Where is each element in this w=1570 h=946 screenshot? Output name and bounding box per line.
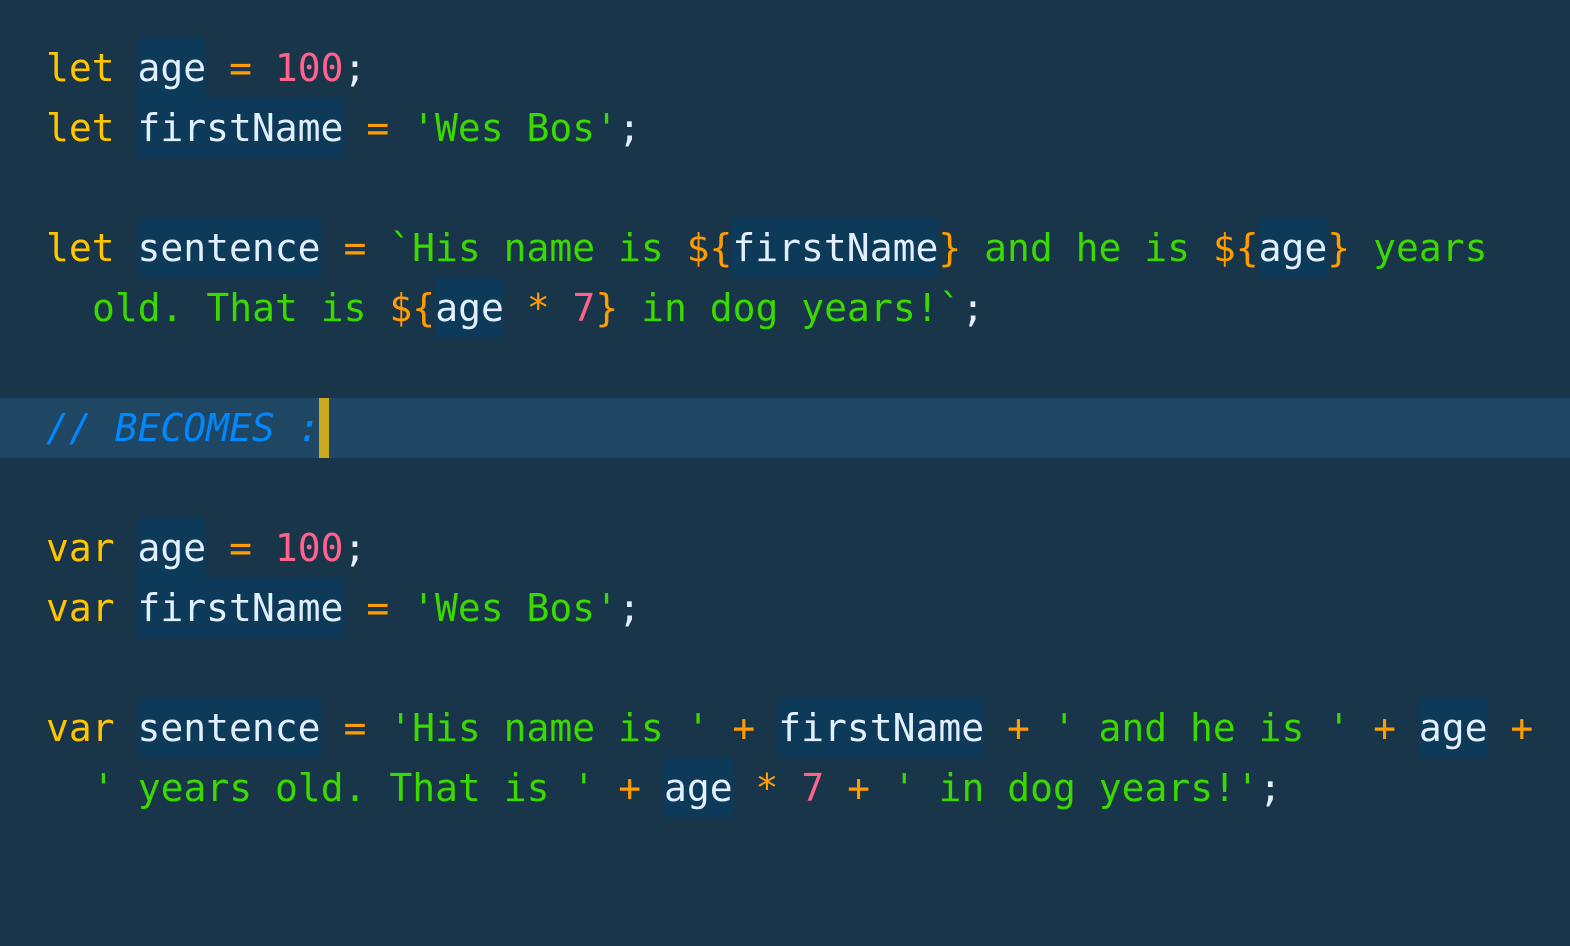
identifier: age xyxy=(1258,218,1328,278)
punctuation: ; xyxy=(343,526,367,570)
interpolation-close: } xyxy=(595,286,619,330)
template-string: old. That is xyxy=(92,286,390,330)
code-line-6[interactable]: var age = 100; xyxy=(0,518,1570,578)
code-line-8-wrap[interactable]: ' years old. That is ' + age * 7 + ' in … xyxy=(0,758,1570,818)
operator: * xyxy=(526,286,550,330)
operator: = xyxy=(366,586,390,630)
operator: = xyxy=(229,46,252,90)
punctuation: ; xyxy=(343,46,367,90)
punctuation: ; xyxy=(618,106,641,150)
interpolation-close: } xyxy=(1327,226,1351,270)
interpolation-open: ${ xyxy=(1212,226,1259,270)
keyword: let xyxy=(46,106,115,150)
identifier: firstName xyxy=(732,218,939,278)
code-editor[interactable]: let age = 100; let firstName = 'Wes Bos'… xyxy=(0,0,1570,946)
code-line-1[interactable]: let age = 100; xyxy=(0,38,1570,98)
interpolation-open: ${ xyxy=(686,226,733,270)
keyword: var xyxy=(46,586,115,630)
operator: + xyxy=(1510,706,1534,750)
operator: + xyxy=(1373,706,1396,750)
string-literal: ' in dog years!' xyxy=(892,766,1259,810)
operator: * xyxy=(755,766,779,810)
identifier: firstName xyxy=(137,98,344,158)
punctuation: ; xyxy=(618,586,641,630)
comment: // BECOMES : xyxy=(46,406,321,450)
number-literal: 7 xyxy=(572,286,596,330)
identifier: firstName xyxy=(137,578,344,638)
identifier: age xyxy=(137,518,207,578)
operator: + xyxy=(732,706,756,750)
string-literal: 'Wes Bos' xyxy=(412,106,619,150)
string-literal: 'His name is ' xyxy=(389,706,710,750)
keyword: let xyxy=(46,226,115,270)
keyword: let xyxy=(46,46,115,90)
identifier: firstName xyxy=(778,698,985,758)
number-literal: 7 xyxy=(801,766,825,810)
identifier: sentence xyxy=(137,218,321,278)
code-line-7[interactable]: var firstName = 'Wes Bos'; xyxy=(0,578,1570,638)
template-string: and he is xyxy=(961,226,1213,270)
operator: = xyxy=(229,526,252,570)
text-cursor xyxy=(319,398,329,458)
operator: + xyxy=(618,766,642,810)
template-string: years xyxy=(1350,226,1488,270)
code-line-3[interactable]: let sentence = `His name is ${firstName}… xyxy=(0,218,1570,278)
number-literal: 100 xyxy=(274,526,344,570)
identifier: sentence xyxy=(137,698,321,758)
string-literal: 'Wes Bos' xyxy=(412,586,619,630)
code-line-active[interactable]: // BECOMES : xyxy=(0,398,1570,458)
identifier: age xyxy=(435,278,504,338)
operator: + xyxy=(1007,706,1030,750)
operator: = xyxy=(343,226,367,270)
number-literal: 100 xyxy=(274,46,344,90)
operator: = xyxy=(343,706,367,750)
keyword: var xyxy=(46,706,115,750)
identifier: age xyxy=(664,758,733,818)
identifier: age xyxy=(137,38,207,98)
interpolation-open: ${ xyxy=(389,286,436,330)
code-line-8[interactable]: var sentence = 'His name is ' + firstNam… xyxy=(0,698,1570,758)
operator: + xyxy=(847,766,870,810)
punctuation: ; xyxy=(961,286,985,330)
template-string: in dog years!` xyxy=(618,286,962,330)
operator: = xyxy=(366,106,390,150)
interpolation-close: } xyxy=(938,226,962,270)
identifier: age xyxy=(1418,698,1488,758)
template-string: `His name is xyxy=(389,226,687,270)
code-line-3-wrap[interactable]: old. That is ${age * 7} in dog years!`; xyxy=(0,278,1570,338)
keyword: var xyxy=(46,526,115,570)
code-line-2[interactable]: let firstName = 'Wes Bos'; xyxy=(0,98,1570,158)
string-literal: ' and he is ' xyxy=(1052,706,1351,750)
string-literal: ' years old. That is ' xyxy=(92,766,596,810)
punctuation: ; xyxy=(1258,766,1282,810)
